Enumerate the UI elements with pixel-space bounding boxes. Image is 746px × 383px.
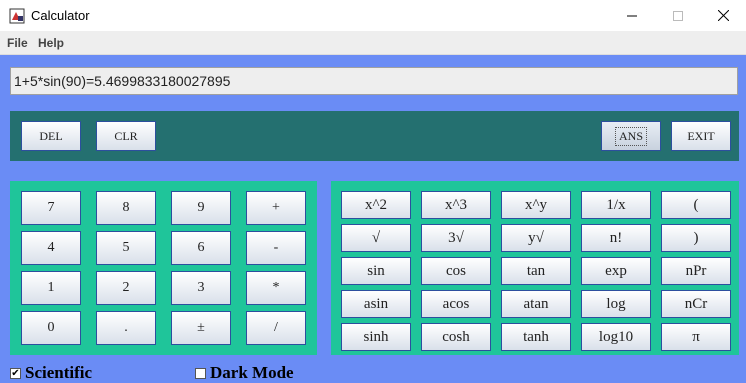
key-cosh[interactable]: cosh [421,323,491,351]
key-nth-root[interactable]: y√ [501,224,571,252]
key-pi[interactable]: π [661,323,731,351]
key-tanh[interactable]: tanh [501,323,571,351]
menu-file[interactable]: File [7,36,28,50]
key-log10[interactable]: log10 [581,323,651,351]
key-plus-minus[interactable]: ± [171,311,231,345]
checkbox-unchecked-icon [195,367,206,379]
title-bar: Calculator [0,0,746,31]
key-reciprocal[interactable]: 1/x [581,191,651,219]
scientific-panel: x^2 x^3 x^y 1/x ( √ 3√ y√ n! ) sin cos t… [331,181,739,355]
key-1[interactable]: 1 [21,271,81,305]
key-cube-root[interactable]: 3√ [421,224,491,252]
key-0[interactable]: 0 [21,311,81,345]
maximize-button[interactable] [655,0,701,31]
key-sinh[interactable]: sinh [341,323,411,351]
key-exp[interactable]: exp [581,257,651,285]
key-divide[interactable]: / [246,311,306,345]
menu-bar [0,31,746,55]
key-log[interactable]: log [581,290,651,318]
calculator-body: 1+5*sin(90)=5.4699833180027895 DEL CLR A… [0,55,746,383]
key-sqrt[interactable]: √ [341,224,411,252]
key-acos[interactable]: acos [421,290,491,318]
key-7[interactable]: 7 [21,191,81,225]
key-factorial[interactable]: n! [581,224,651,252]
key-square[interactable]: x^2 [341,191,411,219]
dark-mode-checkbox[interactable]: Dark Mode [195,363,294,383]
close-icon [717,10,729,21]
maximize-icon [673,10,683,21]
key-decimal[interactable]: . [96,311,156,345]
close-button[interactable] [700,0,746,31]
key-open-paren[interactable]: ( [661,191,731,219]
dark-mode-label: Dark Mode [210,363,294,382]
control-panel: DEL CLR ANS EXIT [10,111,739,161]
key-ncr[interactable]: nCr [661,290,731,318]
key-minus[interactable]: - [246,231,306,265]
display-field[interactable]: 1+5*sin(90)=5.4699833180027895 [10,67,738,95]
minimize-button[interactable] [609,0,655,31]
key-4[interactable]: 4 [21,231,81,265]
key-2[interactable]: 2 [96,271,156,305]
scientific-checkbox[interactable]: ✔ Scientific [10,363,92,383]
exit-button[interactable]: EXIT [671,121,731,151]
key-8[interactable]: 8 [96,191,156,225]
window-title: Calculator [31,8,90,23]
key-cube[interactable]: x^3 [421,191,491,219]
key-close-paren[interactable]: ) [661,224,731,252]
key-multiply[interactable]: * [246,271,306,305]
menu-help[interactable]: Help [38,36,64,50]
key-tan[interactable]: tan [501,257,571,285]
key-3[interactable]: 3 [171,271,231,305]
minimize-icon [627,15,637,16]
key-npr[interactable]: nPr [661,257,731,285]
key-power[interactable]: x^y [501,191,571,219]
clr-button[interactable]: CLR [96,121,156,151]
scientific-label: Scientific [25,363,93,382]
del-button[interactable]: DEL [21,121,81,151]
key-5[interactable]: 5 [96,231,156,265]
key-9[interactable]: 9 [171,191,231,225]
key-sin[interactable]: sin [341,257,411,285]
key-plus[interactable]: + [246,191,306,225]
key-asin[interactable]: asin [341,290,411,318]
key-cos[interactable]: cos [421,257,491,285]
ans-button[interactable]: ANS [601,121,661,151]
key-6[interactable]: 6 [171,231,231,265]
ans-label: ANS [614,126,647,146]
numpad-panel: 7 8 9 + 4 5 6 - 1 2 3 * 0 . ± / [10,181,317,355]
key-atan[interactable]: atan [501,290,571,318]
checkbox-checked-icon: ✔ [10,367,21,379]
calculator-app-icon [9,8,25,24]
